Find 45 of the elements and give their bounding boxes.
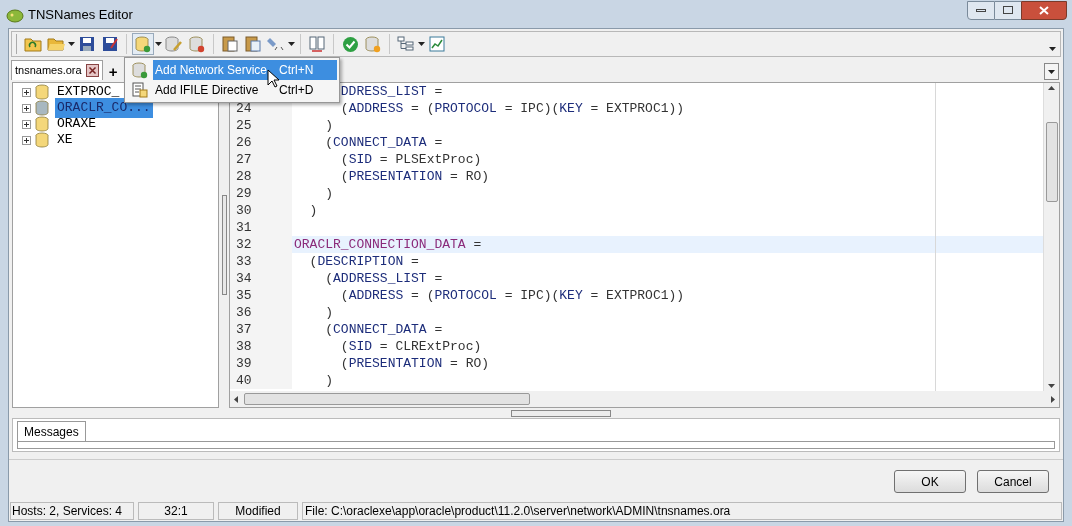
code-line: (SID = PLSExtProc) (340, 150, 482, 169)
code-line: ) (309, 201, 318, 220)
line-number: 32 (230, 236, 292, 253)
window-title: TNSNames Editor (28, 6, 133, 25)
code-line: (PRESENTATION = RO) (340, 167, 490, 186)
cancel-button[interactable]: Cancel (977, 470, 1049, 493)
line-number: 40 (230, 372, 292, 389)
code-line: (CONNECT_DATA = (325, 133, 443, 152)
line-number: 25 (230, 117, 292, 134)
line-number: 29 (230, 185, 292, 202)
line-number: 34 (230, 270, 292, 287)
code-line: ORACLR_CONNECTION_DATA = (294, 235, 482, 254)
status-modified: Modified (218, 502, 298, 520)
code-line: (PRESENTATION = RO) (340, 354, 490, 373)
status-file: File: C:\oraclexe\app\oracle\product\11.2.0\server\network\ADMIN\tnsnames.ora (302, 502, 1062, 520)
line-number: 37 (230, 321, 292, 338)
messages-tab[interactable]: Messages (17, 421, 86, 441)
line-number: 39 (230, 355, 292, 372)
code-line: (ADDRESS = (PROTOCOL = IPC)(KEY = EXTPROC1)) (340, 286, 685, 305)
line-number: 35 (230, 287, 292, 304)
code-line: (CONNECT_DATA = (325, 320, 443, 339)
menu-item[interactable]: Add IFILE Directive Ctrl+D (127, 80, 337, 100)
tree-item[interactable]: ORACLR_CO... (55, 98, 153, 118)
code-line: ) (325, 371, 334, 390)
line-number: 28 (230, 168, 292, 185)
line-number: 26 (230, 134, 292, 151)
code-line: (DESCRIPTION = (309, 252, 419, 271)
ok-button[interactable]: OK (894, 470, 966, 493)
code-line: DDRESS_LIST = (340, 83, 443, 101)
line-number: 30 (230, 202, 292, 219)
code-line: (ADDRESS_LIST = (325, 269, 443, 288)
code-line: ) (325, 184, 334, 203)
line-number: 31 (230, 219, 292, 236)
line-number: 27 (230, 151, 292, 168)
line-number: 38 (230, 338, 292, 355)
new-tab-button[interactable]: + (108, 64, 118, 79)
file-tab[interactable]: tnsnames.ora (11, 60, 103, 80)
line-number: 33 (230, 253, 292, 270)
code-line: ) (325, 303, 334, 322)
code-line: ) (325, 116, 334, 135)
code-line: (SID = CLRExtProc) (340, 337, 482, 356)
status-hosts: Hosts: 2, Services: 4 (10, 502, 134, 520)
line-number: 36 (230, 304, 292, 321)
code-line: (ADDRESS = (PROTOCOL = IPC)(KEY = EXTPROC1)) (340, 99, 685, 118)
status-position: 32:1 (138, 502, 214, 520)
